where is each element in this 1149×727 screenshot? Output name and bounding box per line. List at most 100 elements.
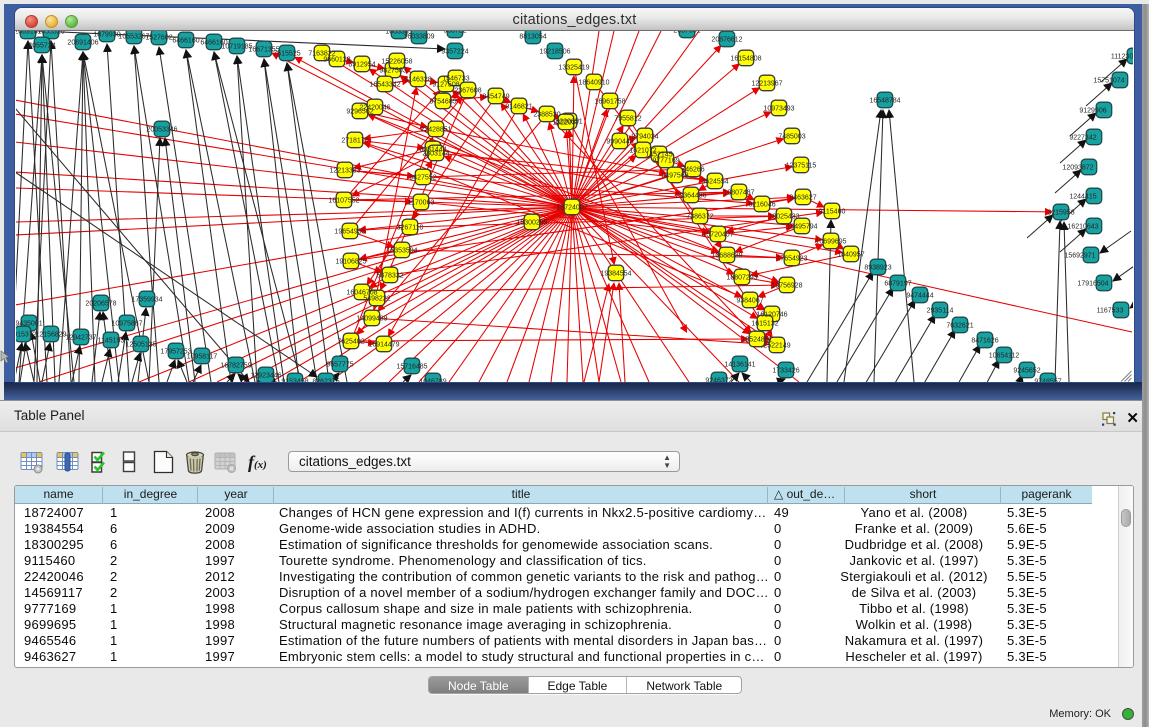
svg-text:9463627: 9463627 bbox=[789, 195, 816, 202]
svg-text:9129906: 9129906 bbox=[1079, 108, 1106, 115]
svg-text:9748557: 9748557 bbox=[1034, 379, 1061, 383]
svg-text:9794024: 9794024 bbox=[631, 134, 658, 141]
svg-text:12213383: 12213383 bbox=[329, 168, 360, 175]
svg-text:4055724: 4055724 bbox=[28, 43, 55, 50]
svg-text:9115460: 9115460 bbox=[819, 209, 846, 216]
svg-text:9296562: 9296562 bbox=[346, 109, 373, 116]
svg-text:8754685: 8754685 bbox=[429, 99, 456, 106]
svg-text:12505135: 12505135 bbox=[125, 342, 156, 349]
svg-text:16107552: 16107552 bbox=[328, 198, 359, 205]
svg-text:16914479: 16914479 bbox=[368, 342, 399, 349]
svg-text:7485003: 7485003 bbox=[778, 134, 805, 141]
svg-text:1112303: 1112303 bbox=[1111, 54, 1133, 61]
svg-text:935722: 935722 bbox=[443, 31, 466, 35]
svg-text:19654935: 19654935 bbox=[334, 229, 365, 236]
svg-text:8912954: 8912954 bbox=[348, 62, 375, 69]
svg-text:19218506: 19218506 bbox=[539, 49, 570, 56]
svg-text:9246372: 9246372 bbox=[705, 378, 732, 383]
svg-text:16782759: 16782759 bbox=[220, 363, 251, 370]
svg-text:12156829: 12156829 bbox=[35, 332, 66, 339]
svg-text:10973493: 10973493 bbox=[763, 106, 794, 113]
svg-text:3267110: 3267110 bbox=[397, 225, 424, 232]
svg-text:12375115: 12375115 bbox=[786, 163, 817, 170]
svg-text:18495794: 18495794 bbox=[786, 224, 817, 231]
svg-text:6879197: 6879197 bbox=[884, 281, 911, 288]
svg-text:9357224: 9357224 bbox=[441, 49, 468, 56]
svg-text:1733426: 1733426 bbox=[772, 368, 799, 375]
svg-text:1615132: 1615132 bbox=[751, 321, 778, 328]
svg-text:1055326: 1055326 bbox=[37, 31, 64, 36]
svg-text:3624554: 3624554 bbox=[701, 179, 728, 186]
svg-text:2935114: 2935114 bbox=[927, 308, 954, 315]
svg-text:1322037: 1322037 bbox=[552, 120, 579, 127]
svg-text:10654112: 10654112 bbox=[989, 353, 1020, 360]
svg-text:5878332: 5878332 bbox=[376, 273, 403, 280]
svg-text:2803144: 2803144 bbox=[422, 151, 449, 158]
svg-text:2718170: 2718170 bbox=[341, 138, 368, 145]
svg-text:15720407: 15720407 bbox=[702, 232, 733, 239]
svg-text:19756928: 19756928 bbox=[771, 283, 802, 290]
svg-text:8471626: 8471626 bbox=[971, 338, 998, 345]
svg-text:2087661: 2087661 bbox=[673, 31, 700, 35]
svg-text:9660123: 9660123 bbox=[323, 57, 350, 64]
svg-text:10025433: 10025433 bbox=[768, 214, 799, 221]
svg-text:7632621: 7632621 bbox=[946, 323, 973, 330]
svg-text:9245652: 9245652 bbox=[1013, 368, 1040, 375]
svg-text:16548784: 16548784 bbox=[869, 98, 900, 105]
svg-text:8146328: 8146328 bbox=[404, 77, 431, 84]
svg-text:10699695: 10699695 bbox=[815, 239, 846, 246]
svg-text:16543342: 16543342 bbox=[369, 82, 400, 89]
svg-text:12942737: 12942737 bbox=[65, 335, 96, 342]
svg-text:17916504: 17916504 bbox=[1077, 281, 1108, 288]
svg-text:19106825: 19106825 bbox=[335, 259, 366, 266]
svg-text:17654923: 17654923 bbox=[776, 256, 807, 263]
svg-text:12213967: 12213967 bbox=[751, 81, 782, 88]
svg-text:3215958: 3215958 bbox=[1047, 210, 1074, 217]
svg-text:9427552: 9427552 bbox=[409, 175, 436, 182]
svg-text:19384554: 19384554 bbox=[600, 271, 631, 278]
svg-text:16120746: 16120746 bbox=[756, 312, 787, 319]
svg-text:1145193: 1145193 bbox=[98, 338, 125, 345]
svg-text:15716485: 15716485 bbox=[396, 364, 427, 371]
svg-text:14136141: 14136141 bbox=[724, 362, 755, 369]
svg-text:10807487: 10807487 bbox=[723, 190, 754, 197]
svg-text:12923446: 12923446 bbox=[250, 373, 281, 380]
svg-text:10688639: 10688639 bbox=[711, 253, 742, 260]
svg-text:20876612: 20876612 bbox=[711, 37, 742, 44]
svg-text:15353594: 15353594 bbox=[386, 248, 417, 255]
svg-text:1879930: 1879930 bbox=[93, 32, 120, 39]
svg-text:20364436: 20364436 bbox=[675, 193, 706, 200]
svg-text:2522149: 2522149 bbox=[763, 343, 790, 350]
svg-text:1167533: 1167533 bbox=[1097, 308, 1124, 315]
svg-text:6497568: 6497568 bbox=[661, 173, 688, 180]
svg-text:9146821: 9146821 bbox=[505, 104, 532, 111]
svg-text:16961758: 16961758 bbox=[594, 99, 625, 106]
svg-text:17359934: 17359934 bbox=[131, 297, 162, 304]
svg-text:13325419: 13325419 bbox=[558, 65, 589, 72]
svg-text:10958117: 10958117 bbox=[187, 354, 218, 361]
svg-text:9384067: 9384067 bbox=[736, 298, 763, 305]
svg-text:8813054: 8813054 bbox=[519, 34, 546, 41]
svg-text:18300295: 18300295 bbox=[516, 220, 547, 227]
svg-text:6466160: 6466160 bbox=[172, 38, 199, 45]
svg-text:18807293: 18807293 bbox=[726, 275, 757, 282]
svg-text:9990443: 9990443 bbox=[606, 139, 633, 146]
svg-text:20053346: 20053346 bbox=[146, 127, 177, 134]
svg-text:2388520: 2388520 bbox=[533, 112, 560, 119]
svg-text:15226058: 15226058 bbox=[381, 59, 412, 66]
svg-text:9474444: 9474444 bbox=[906, 293, 933, 300]
svg-text:1244415: 1244415 bbox=[1069, 194, 1096, 201]
svg-text:6216046: 6216046 bbox=[748, 202, 775, 209]
svg-text:15751074: 15751074 bbox=[1093, 78, 1124, 85]
svg-text:22428851: 22428851 bbox=[420, 127, 451, 134]
svg-text:14099489: 14099489 bbox=[356, 316, 387, 323]
svg-text:12093872: 12093872 bbox=[1062, 165, 1093, 172]
svg-text:8454749: 8454749 bbox=[482, 94, 509, 101]
svg-text:7625402: 7625402 bbox=[337, 339, 364, 346]
svg-text:1527602: 1527602 bbox=[145, 35, 172, 42]
svg-text:16210643: 16210643 bbox=[1067, 224, 1098, 231]
svg-text:16154808: 16154808 bbox=[730, 56, 761, 63]
svg-text:9227342: 9227342 bbox=[1069, 135, 1096, 142]
svg-text:7386372: 7386372 bbox=[686, 214, 713, 221]
svg-text:1046789: 1046789 bbox=[419, 379, 446, 383]
